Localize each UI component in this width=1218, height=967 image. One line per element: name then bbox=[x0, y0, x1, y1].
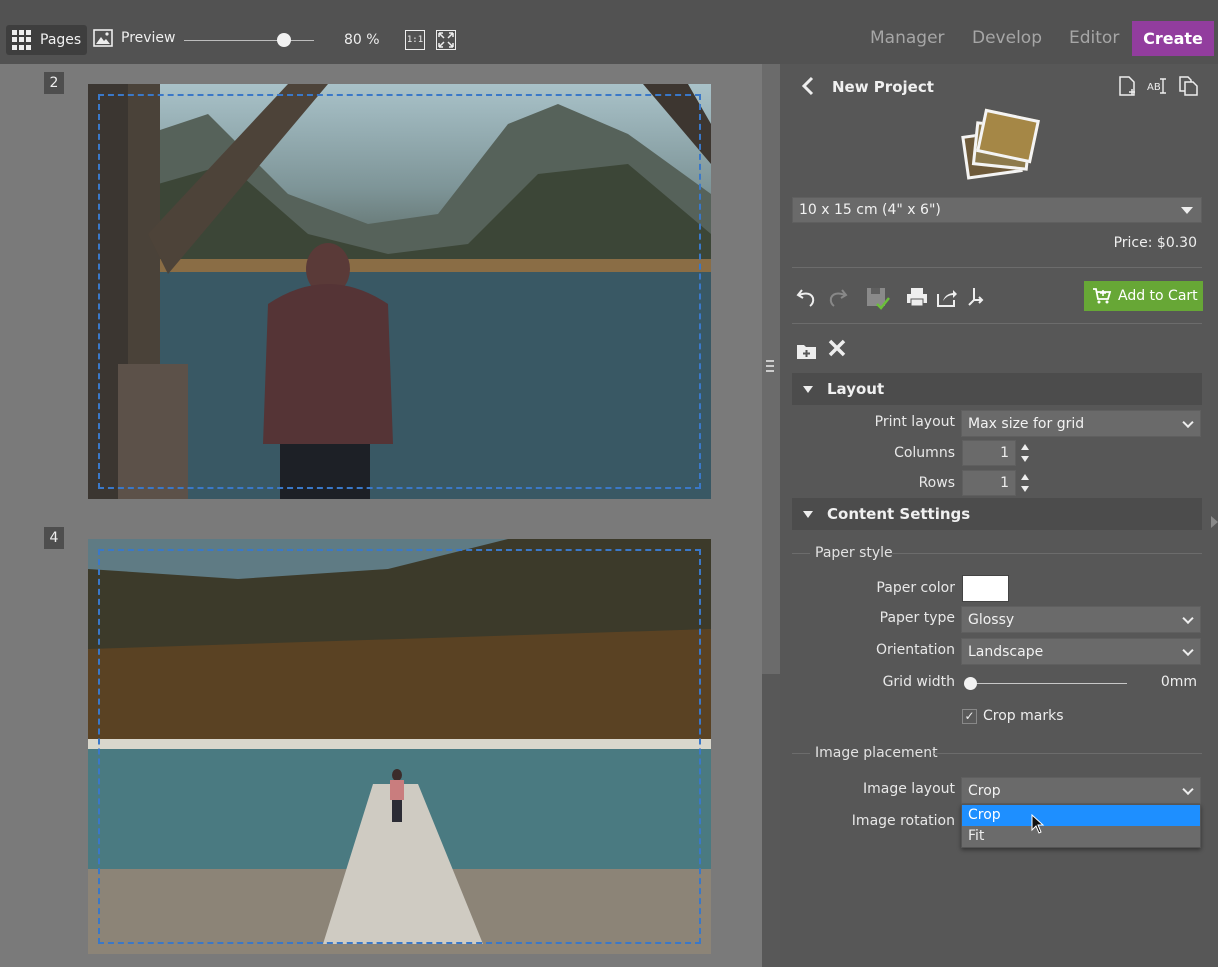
image-layout-value: Crop bbox=[968, 782, 1001, 799]
orientation-select[interactable]: Landscape bbox=[961, 638, 1201, 665]
print-layout-select[interactable]: Max size for grid bbox=[961, 410, 1201, 437]
pages-button[interactable]: Pages bbox=[6, 25, 87, 55]
grid-width-label: Grid width bbox=[882, 674, 955, 690]
back-arrow-icon[interactable] bbox=[800, 76, 816, 96]
image-icon bbox=[93, 29, 113, 47]
image-placement-group-title: Image placement bbox=[815, 745, 938, 761]
page-photo-pier[interactable] bbox=[88, 539, 711, 954]
crop-marks-frame bbox=[98, 549, 701, 944]
orientation-label: Orientation bbox=[875, 642, 955, 658]
rows-input[interactable]: 1 bbox=[962, 470, 1016, 496]
project-thumbnail bbox=[960, 108, 1040, 182]
svg-text:AB: AB bbox=[1147, 82, 1161, 93]
divider bbox=[792, 267, 1202, 268]
mouse-cursor-icon bbox=[1031, 814, 1045, 834]
image-rotation-label: Image rotation bbox=[851, 813, 955, 829]
close-icon[interactable] bbox=[827, 338, 847, 358]
rows-label: Rows bbox=[918, 475, 955, 491]
preview-label: Preview bbox=[121, 30, 176, 46]
print-size-select[interactable]: 10 x 15 cm (4" x 6") bbox=[792, 197, 1202, 223]
divider bbox=[934, 753, 1202, 754]
actual-size-icon[interactable]: 1:1 bbox=[405, 30, 425, 50]
nav-manager[interactable]: Manager bbox=[870, 28, 945, 48]
image-layout-select[interactable]: Crop bbox=[961, 777, 1201, 804]
chevron-down-icon bbox=[1182, 783, 1194, 795]
chevron-down-icon bbox=[1182, 644, 1194, 656]
section-title: Content Settings bbox=[827, 505, 971, 523]
crop-marks-frame bbox=[98, 94, 701, 489]
rename-icon[interactable]: AB bbox=[1147, 76, 1167, 96]
zoom-slider-thumb[interactable] bbox=[277, 33, 291, 47]
divider bbox=[792, 753, 810, 754]
content-settings-section-header[interactable]: Content Settings bbox=[792, 498, 1202, 530]
price-label: Price: $0.30 bbox=[1113, 235, 1197, 251]
collapse-triangle-icon bbox=[803, 510, 813, 518]
new-page-icon[interactable] bbox=[1117, 76, 1137, 96]
zoom-value: 80 % bbox=[344, 32, 380, 48]
section-title: Layout bbox=[827, 380, 885, 398]
dropdown-option-crop[interactable]: Crop bbox=[962, 805, 1200, 826]
grid-icon bbox=[12, 30, 32, 50]
print-icon[interactable] bbox=[906, 286, 928, 308]
duplicate-page-icon[interactable] bbox=[1178, 76, 1198, 96]
page-photo-lake-woman[interactable] bbox=[88, 84, 711, 499]
grid-width-slider-thumb[interactable] bbox=[964, 677, 977, 690]
add-folder-icon[interactable] bbox=[796, 342, 817, 360]
save-icon[interactable] bbox=[865, 286, 891, 312]
paper-type-label: Paper type bbox=[879, 610, 955, 626]
nav-develop[interactable]: Develop bbox=[972, 28, 1042, 48]
divider bbox=[892, 553, 1202, 554]
top-toolbar: Pages Preview 80 % 1:1 Manager Develop E… bbox=[0, 0, 1218, 64]
grid-width-value: 0mm bbox=[1160, 674, 1197, 690]
rows-stepper[interactable] bbox=[1018, 470, 1032, 496]
page-number: 2 bbox=[44, 72, 64, 94]
columns-input[interactable]: 1 bbox=[962, 440, 1016, 466]
crop-marks-checkbox[interactable]: ✓ bbox=[962, 709, 977, 724]
grid-width-slider-track[interactable] bbox=[970, 683, 1127, 684]
zoom-slider-track[interactable] bbox=[184, 40, 314, 41]
chevron-down-icon bbox=[1182, 612, 1194, 624]
chevron-down-icon bbox=[1182, 416, 1194, 428]
panel-expand-arrow-icon[interactable] bbox=[1211, 516, 1218, 528]
crop-marks-label: Crop marks bbox=[983, 708, 1064, 724]
divider bbox=[792, 323, 1202, 324]
cart-icon bbox=[1093, 288, 1112, 304]
page-number: 4 bbox=[44, 527, 64, 549]
fit-to-screen-icon[interactable] bbox=[436, 30, 456, 50]
undo-icon[interactable] bbox=[796, 286, 818, 308]
image-layout-dropdown-list: Crop Fit bbox=[961, 804, 1201, 848]
paper-color-label: Paper color bbox=[876, 580, 955, 596]
preview-button[interactable]: Preview bbox=[93, 29, 176, 47]
collapse-triangle-icon bbox=[803, 385, 813, 393]
project-title: New Project bbox=[832, 78, 934, 96]
paper-type-value: Glossy bbox=[968, 611, 1015, 628]
paper-type-select[interactable]: Glossy bbox=[961, 606, 1201, 633]
paper-style-group-title: Paper style bbox=[815, 545, 893, 561]
paper-color-swatch[interactable] bbox=[962, 575, 1009, 602]
nav-editor[interactable]: Editor bbox=[1069, 28, 1119, 48]
orientation-value: Landscape bbox=[968, 643, 1044, 660]
print-size-value: 10 x 15 cm (4" x 6") bbox=[799, 202, 941, 218]
divider bbox=[792, 553, 810, 554]
panel-splitter-handle[interactable] bbox=[766, 360, 774, 372]
wizard-icon[interactable] bbox=[966, 286, 988, 308]
add-to-cart-button[interactable]: Add to Cart bbox=[1084, 281, 1203, 311]
layout-section-header[interactable]: Layout bbox=[792, 373, 1202, 405]
image-layout-label: Image layout bbox=[863, 781, 955, 797]
add-to-cart-label: Add to Cart bbox=[1118, 288, 1198, 304]
canvas-side-strip bbox=[762, 674, 780, 967]
dropdown-option-fit[interactable]: Fit bbox=[962, 826, 1200, 847]
dropdown-arrow-icon bbox=[1181, 207, 1193, 214]
pages-canvas: 2 4 bbox=[0, 64, 762, 967]
expand-icon bbox=[438, 32, 454, 48]
columns-label: Columns bbox=[894, 445, 955, 461]
pages-label: Pages bbox=[40, 32, 82, 48]
print-layout-label: Print layout bbox=[874, 414, 955, 430]
redo-icon[interactable] bbox=[826, 286, 848, 308]
nav-create[interactable]: Create bbox=[1132, 21, 1214, 56]
share-icon[interactable] bbox=[936, 286, 958, 308]
print-layout-value: Max size for grid bbox=[968, 415, 1085, 432]
columns-stepper[interactable] bbox=[1018, 440, 1032, 466]
